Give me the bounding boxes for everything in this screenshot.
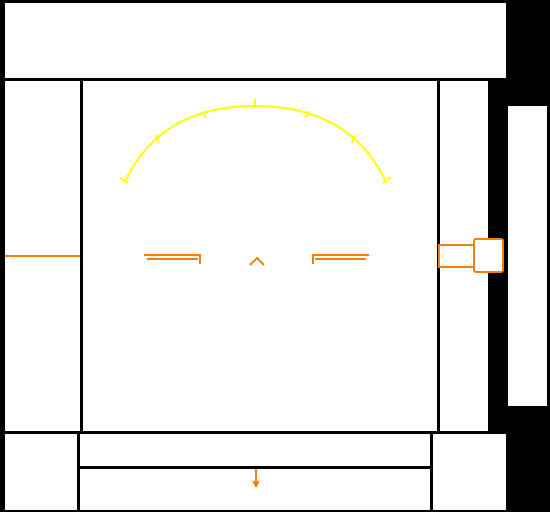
bottom-center-bottom-panel — [80, 469, 430, 510]
bottom-left-panel — [5, 434, 77, 510]
left-panel — [5, 81, 80, 431]
top-panel — [5, 3, 506, 78]
right-panel — [440, 81, 488, 431]
far-right-panel — [508, 106, 547, 406]
center-viewport[interactable] — [83, 81, 437, 431]
bottom-right-panel — [433, 434, 506, 510]
bottom-center-top-panel — [80, 434, 430, 466]
